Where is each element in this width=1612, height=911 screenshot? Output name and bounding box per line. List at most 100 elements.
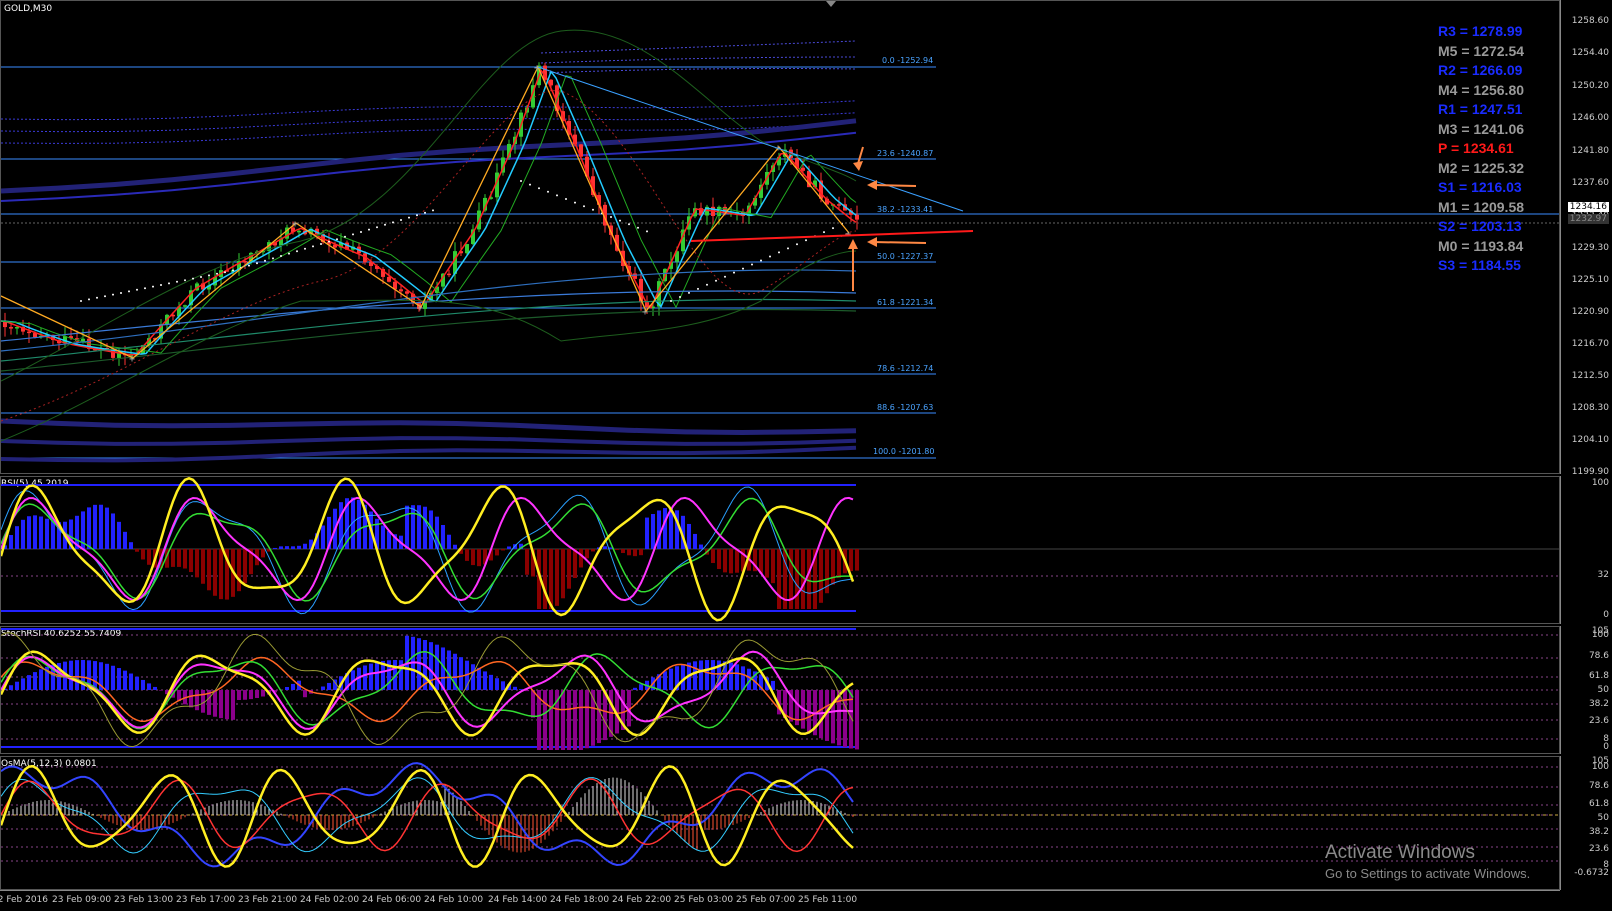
osma-axis[interactable]: 105 100 78.6 61.8 50 38.2 23.6 8 -0.6732 bbox=[1560, 756, 1612, 890]
rsi-histogram-bar bbox=[771, 549, 775, 583]
candle-body bbox=[837, 204, 841, 206]
rsi-histogram-bar bbox=[273, 548, 277, 549]
psar-dot bbox=[288, 253, 290, 255]
rsi-histogram-bar bbox=[567, 549, 571, 589]
price-tick-1: 1254.40 bbox=[1572, 48, 1609, 58]
psar-dot bbox=[248, 265, 250, 267]
psar-dot bbox=[88, 298, 90, 300]
time-tick-0: 22 Feb 2016 bbox=[0, 895, 48, 905]
bb-mid bbox=[1, 91, 856, 421]
stoch-histogram-bar bbox=[681, 664, 685, 690]
psar-dot bbox=[168, 282, 170, 284]
rsi-histogram-bar bbox=[123, 532, 127, 549]
rsi-histogram-bar bbox=[15, 526, 19, 549]
fib-label-382: 38.2 -1233.41 bbox=[877, 205, 933, 214]
psar-dot bbox=[200, 276, 202, 278]
stoch-histogram-bar bbox=[741, 666, 745, 690]
rsi-histogram-bar bbox=[795, 549, 799, 609]
stoch-histogram-bar bbox=[261, 690, 265, 697]
osma-tick-382: 38.2 bbox=[1589, 827, 1609, 837]
stoch-tick-786: 78.6 bbox=[1589, 651, 1609, 661]
price-axis[interactable]: 1258.60 1254.40 1250.20 1246.00 1241.80 … bbox=[1560, 0, 1612, 474]
rsi-histogram-bar bbox=[723, 549, 727, 572]
rsi-histogram-bar bbox=[441, 525, 445, 549]
pivot-r3: R3 = 1278.99 bbox=[1438, 23, 1522, 39]
psar-dot bbox=[432, 209, 434, 211]
stoch-histogram-bar bbox=[639, 684, 643, 690]
rsi-histogram-bar bbox=[9, 535, 13, 549]
time-tick-10: 24 Feb 22:00 bbox=[612, 895, 671, 905]
envelope-band bbox=[1, 421, 856, 433]
pivot-p: P = 1234.61 bbox=[1438, 140, 1514, 156]
psar-dot bbox=[192, 278, 194, 280]
pivot-r2: R2 = 1266.09 bbox=[1438, 62, 1522, 78]
candle-body bbox=[399, 289, 403, 291]
time-tick-11: 25 Feb 03:00 bbox=[674, 895, 733, 905]
psar-dot bbox=[760, 260, 762, 262]
osma-tick-236: 23.6 bbox=[1589, 844, 1609, 854]
stoch-histogram-bar bbox=[669, 669, 673, 690]
stochrsi-axis[interactable]: 105 100 78.6 61.8 50 38.2 23.6 8 0 bbox=[1560, 626, 1612, 754]
stoch-histogram-bar bbox=[549, 690, 553, 750]
psar-dot bbox=[112, 294, 114, 296]
rsi-histogram-bar bbox=[291, 546, 295, 549]
psar-dot bbox=[416, 214, 418, 216]
pivot-s2: S2 = 1203.13 bbox=[1438, 218, 1522, 234]
psar-dot bbox=[352, 233, 354, 235]
fib-label-886: 88.6 -1207.63 bbox=[877, 403, 933, 412]
stochrsi-pane[interactable]: StochRSI 40.6252 55.7409 bbox=[0, 626, 1560, 754]
rsi-histogram-bar bbox=[201, 549, 205, 584]
psar-dot bbox=[697, 288, 699, 290]
stoch-histogram-bar bbox=[303, 690, 307, 697]
rsi-histogram-bar bbox=[561, 549, 565, 598]
psar-dot bbox=[128, 290, 130, 292]
rsi-histogram-bar bbox=[717, 549, 721, 569]
rsi-histogram-bar bbox=[453, 545, 457, 549]
fib-label-0: 0.0 -1252.94 bbox=[882, 56, 933, 65]
stoch-histogram-bar bbox=[483, 671, 487, 690]
price-chart-pane[interactable]: GOLD,M30 +++++++ 0.0 -1252.94 23.6 -1240… bbox=[0, 0, 1560, 474]
rsi-histogram-bar bbox=[447, 535, 451, 549]
rsi-histogram-bar bbox=[33, 515, 37, 549]
psar-dot bbox=[610, 216, 612, 218]
rsi-histogram-bar bbox=[777, 549, 781, 609]
psar-dot bbox=[742, 268, 744, 270]
rsi-histogram-bar bbox=[189, 549, 193, 572]
psar-dot bbox=[556, 194, 558, 196]
psar-dot bbox=[547, 191, 549, 193]
stoch-histogram-bar bbox=[213, 690, 217, 717]
rsi-histogram-bar bbox=[849, 549, 853, 571]
rsi-histogram-bar bbox=[699, 545, 703, 549]
psar-dot bbox=[144, 287, 146, 289]
rsi-histogram-bar bbox=[471, 549, 475, 565]
price-tick-11: 1212.50 bbox=[1572, 371, 1609, 381]
rsi-histogram-bar bbox=[219, 549, 223, 599]
psar-dot bbox=[637, 227, 639, 229]
psar-dot bbox=[344, 236, 346, 238]
candle-body bbox=[117, 353, 121, 357]
psar-dot bbox=[80, 300, 82, 302]
stoch-histogram-bar bbox=[495, 678, 499, 690]
rsi-pane[interactable]: RSI(5) 45.2019 bbox=[0, 476, 1560, 624]
time-axis[interactable]: 22 Feb 2016 23 Feb 09:00 23 Feb 13:00 23… bbox=[0, 890, 1560, 911]
psar-dot bbox=[796, 243, 798, 245]
fib-label-786: 78.6 -1212.74 bbox=[877, 364, 933, 373]
rsi-axis[interactable]: 100 32 0 bbox=[1560, 476, 1612, 624]
candle-body bbox=[183, 305, 187, 307]
psar-dot bbox=[724, 276, 726, 278]
rsi-histogram-bar bbox=[423, 507, 427, 549]
candle-body bbox=[387, 277, 391, 282]
time-tick-7: 24 Feb 10:00 bbox=[424, 895, 483, 905]
rsi-histogram-bar bbox=[807, 549, 811, 609]
psar-dot bbox=[565, 198, 567, 200]
rsi-histogram-bar bbox=[195, 549, 199, 577]
stoch-histogram-bar bbox=[195, 690, 199, 710]
stoch-histogram-bar bbox=[111, 666, 115, 690]
pivot-m4: M4 = 1256.80 bbox=[1438, 82, 1524, 98]
psar-dot bbox=[679, 296, 681, 298]
rsi-histogram-bar bbox=[261, 549, 265, 557]
rsi-histogram-bar bbox=[171, 549, 175, 567]
candle-body bbox=[9, 327, 13, 329]
time-tick-8: 24 Feb 14:00 bbox=[488, 895, 547, 905]
rsi-histogram-bar bbox=[573, 549, 577, 578]
